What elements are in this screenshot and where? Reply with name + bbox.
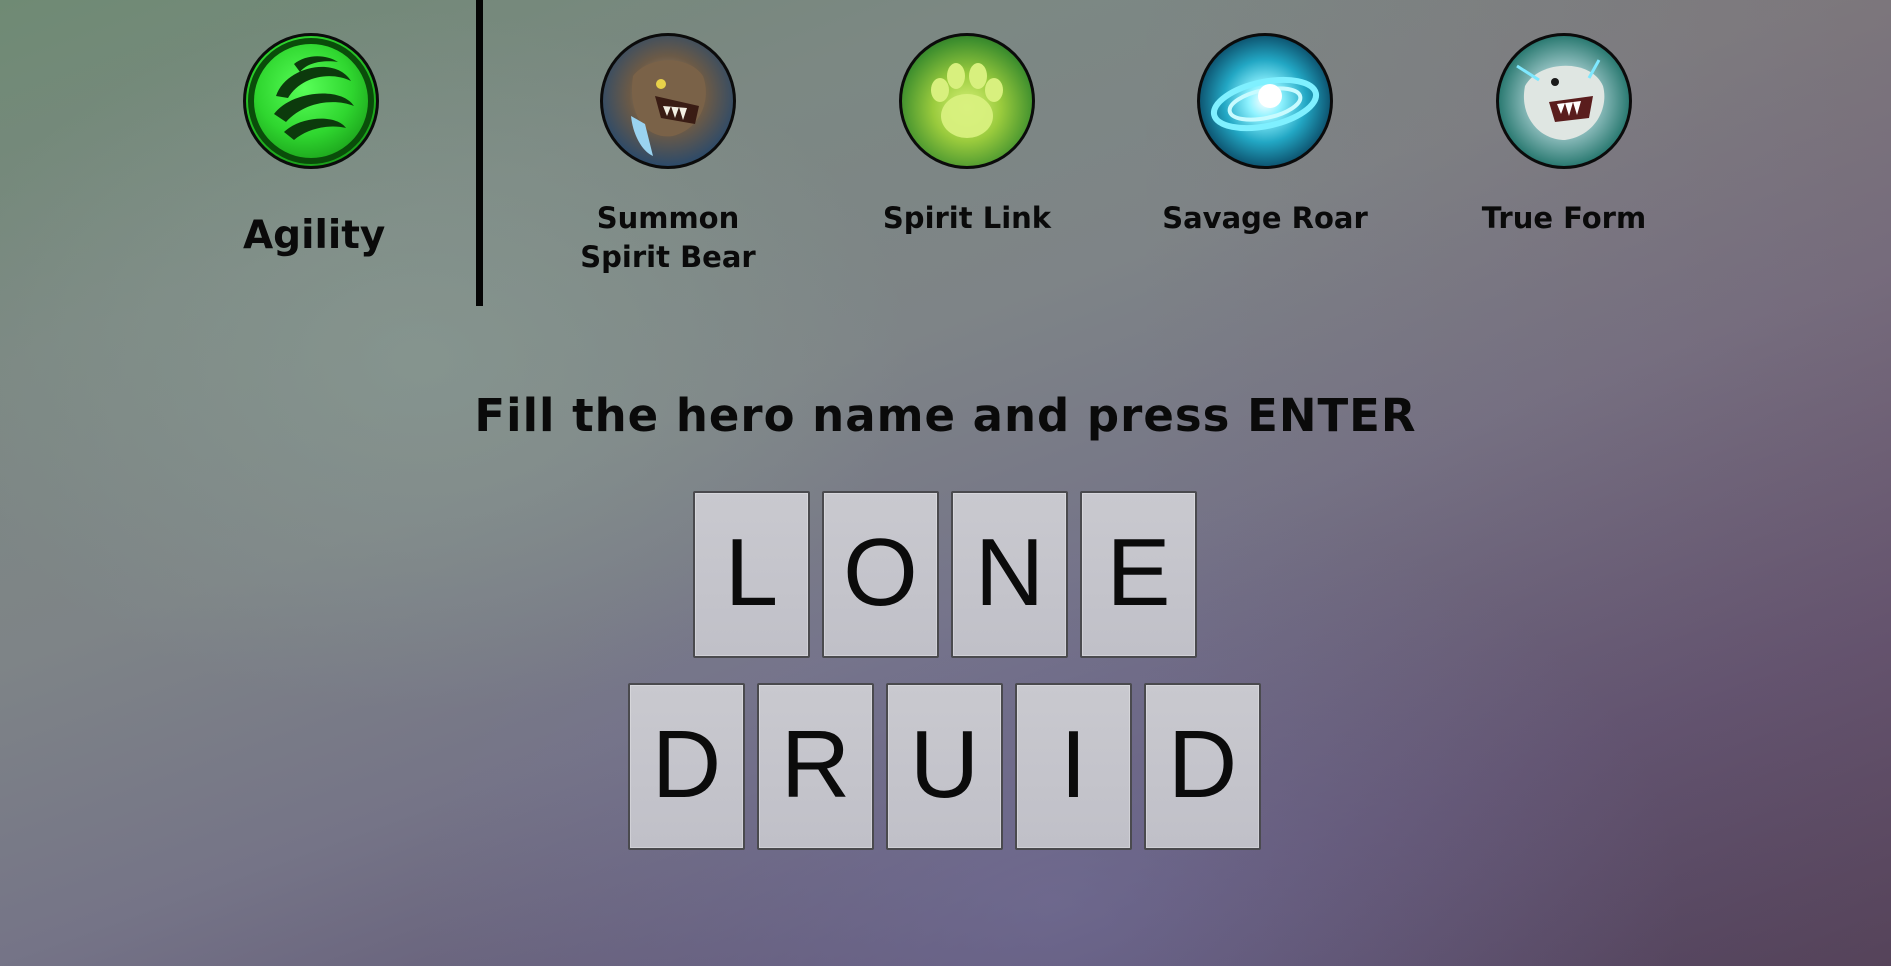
ability-true-form: True Form [1459, 33, 1669, 238]
agility-icon [243, 33, 379, 169]
letter-tile[interactable]: L [693, 491, 810, 658]
ability-savage-roar: Savage Roar [1160, 33, 1370, 238]
letter-tile[interactable]: O [822, 491, 939, 658]
letter-tile[interactable]: U [886, 683, 1003, 850]
attribute-label: Agility [243, 213, 386, 258]
ability-label: Summon Spirit Bear [580, 201, 756, 274]
ability-summon-spirit-bear: Summon Spirit Bear [563, 33, 773, 277]
spirit-link-icon [899, 33, 1035, 169]
letter-tile[interactable]: R [757, 683, 874, 850]
ability-label: Savage Roar [1162, 201, 1368, 235]
ability-spirit-link: Spirit Link [862, 33, 1072, 238]
letter-tile[interactable]: I [1015, 683, 1132, 850]
ability-label: Spirit Link [882, 201, 1052, 235]
vertical-divider [476, 0, 483, 306]
letter-tile[interactable]: D [1144, 683, 1261, 850]
ability-label: True Form [1481, 201, 1647, 235]
spirit-bear-icon [600, 33, 736, 169]
true-form-icon [1496, 33, 1632, 169]
letter-tile[interactable]: D [628, 683, 745, 850]
attribute-panel: Agility [243, 33, 386, 258]
word-row: D R U I D [628, 683, 1261, 850]
savage-roar-icon [1197, 33, 1333, 169]
word-row: L O N E [693, 491, 1197, 658]
letter-tile[interactable]: N [951, 491, 1068, 658]
letter-tile[interactable]: E [1080, 491, 1197, 658]
instruction-text: Fill the hero name and press ENTER [474, 389, 1417, 442]
